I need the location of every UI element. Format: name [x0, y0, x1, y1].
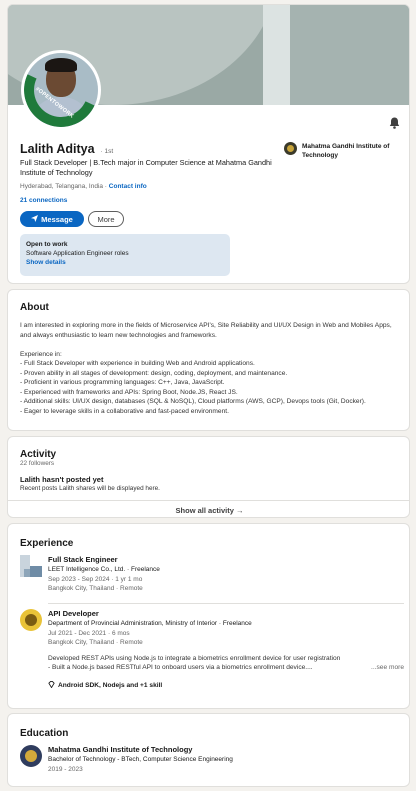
- school-logo-icon: [284, 142, 297, 155]
- activity-title: Activity: [20, 449, 57, 460]
- about-intro: I am interested in exploring more in the…: [20, 322, 392, 339]
- open-to-work-box[interactable]: Open to work Software Application Engine…: [20, 234, 230, 276]
- message-button-label: Message: [41, 214, 73, 224]
- see-more-link[interactable]: ...see more: [371, 663, 404, 673]
- experience-description-bullet: - Built a Node.js based RESTful API to o…: [48, 664, 313, 671]
- about-bullet: - Proficient in various programming lang…: [20, 379, 225, 386]
- more-button[interactable]: More: [88, 211, 124, 227]
- bell-icon[interactable]: [387, 117, 401, 131]
- ministry-logo-icon: [20, 609, 42, 631]
- activity-card: Activity 22 followers Lalith hasn't post…: [7, 436, 410, 518]
- experience-role: API Developer: [48, 609, 99, 618]
- send-icon: [31, 214, 39, 224]
- about-experience-heading: Experience in:: [20, 350, 62, 358]
- show-all-activity-button[interactable]: Show all activity →: [8, 500, 409, 517]
- leet-logo-icon: [20, 555, 42, 577]
- open-to-work-title: Open to work: [26, 241, 68, 248]
- activity-empty-title: Lalith hasn't posted yet: [20, 475, 104, 484]
- experience-company: Department of Provincial Administration,…: [48, 620, 252, 627]
- education-school: Mahatma Gandhi Institute of Technology: [48, 745, 193, 754]
- experience-company: LEET Intelligence Co., Ltd. · Freelance: [48, 566, 160, 573]
- about-bullet: - Full Stack Developer with experience i…: [20, 360, 255, 367]
- education-years: 2019 - 2023: [48, 765, 83, 773]
- connections-link[interactable]: 21 connections: [20, 197, 67, 204]
- profile-name-row: Lalith Aditya · 1st: [20, 142, 113, 156]
- about-bullet: - Additional skills: UI/UX design, datab…: [20, 398, 366, 405]
- school-logo-icon[interactable]: [20, 745, 42, 767]
- experience-item[interactable]: Full Stack Engineer LEET Intelligence Co…: [20, 555, 404, 599]
- show-details-link[interactable]: Show details: [26, 258, 224, 267]
- about-text: I am interested in exploring more in the…: [20, 321, 404, 416]
- diamond-icon: [48, 680, 55, 690]
- experience-title: Experience: [20, 538, 74, 549]
- experience-location: Bangkok City, Thailand · Remote: [48, 639, 143, 646]
- experience-item[interactable]: API Developer Department of Provincial A…: [20, 609, 404, 701]
- experience-skills-label: Android SDK, Nodejs and +1 skill: [58, 681, 163, 689]
- about-bullet: - Proven ability in all stages of develo…: [20, 369, 288, 377]
- experience-card: Experience Full Stack Engineer LEET Inte…: [7, 523, 410, 709]
- contact-info-link[interactable]: Contact info: [109, 183, 147, 190]
- education-item[interactable]: Mahatma Gandhi Institute of Technology B…: [48, 745, 404, 774]
- education-degree: Bachelor of Technology - BTech, Computer…: [48, 756, 233, 763]
- experience-location: Bangkok City, Thailand · Remote: [48, 585, 143, 592]
- connection-degree: · 1st: [100, 148, 114, 155]
- education-card: Education Mahatma Gandhi Institute of Te…: [7, 713, 410, 787]
- about-bullet: - Eager to leverage skills in a collabor…: [20, 407, 229, 415]
- experience-description: Developed REST APIs using Node.js to int…: [48, 654, 341, 662]
- profile-name: Lalith Aditya: [20, 142, 95, 156]
- experience-skills[interactable]: Android SDK, Nodejs and +1 skill: [48, 680, 404, 690]
- experience-dates: Sep 2023 - Sep 2024 · 1 yr 1 mo: [48, 575, 143, 583]
- divider: [48, 603, 404, 604]
- experience-dates: Jul 2021 - Dec 2021 · 6 mos: [48, 629, 130, 637]
- about-card: About I am interested in exploring more …: [7, 289, 410, 431]
- experience-role: Full Stack Engineer: [48, 555, 118, 564]
- followers-count: 22 followers: [20, 460, 55, 467]
- profile-location: Hyderabad, Telangana, India ·: [20, 183, 107, 190]
- profile-headline: Full Stack Developer | B.Tech major in C…: [20, 158, 272, 177]
- top-education[interactable]: Mahatma Gandhi Institute of Technology: [284, 142, 404, 160]
- open-to-work-roles: Software Application Engineer roles: [26, 250, 129, 257]
- profile-location-row: Hyderabad, Telangana, India · Contact in…: [20, 183, 147, 190]
- profile-card: #OPENTOWORK Lalith Aditya · 1st Full Sta…: [7, 4, 410, 284]
- about-bullet: - Experienced with frameworks and APIs: …: [20, 388, 238, 396]
- top-education-label: Mahatma Gandhi Institute of Technology: [302, 143, 390, 159]
- education-title: Education: [20, 728, 69, 739]
- about-title: About: [20, 302, 49, 313]
- activity-empty-subtitle: Recent posts Lalith shares will be displ…: [20, 485, 160, 492]
- avatar[interactable]: #OPENTOWORK: [21, 50, 101, 130]
- message-button[interactable]: Message: [20, 211, 84, 227]
